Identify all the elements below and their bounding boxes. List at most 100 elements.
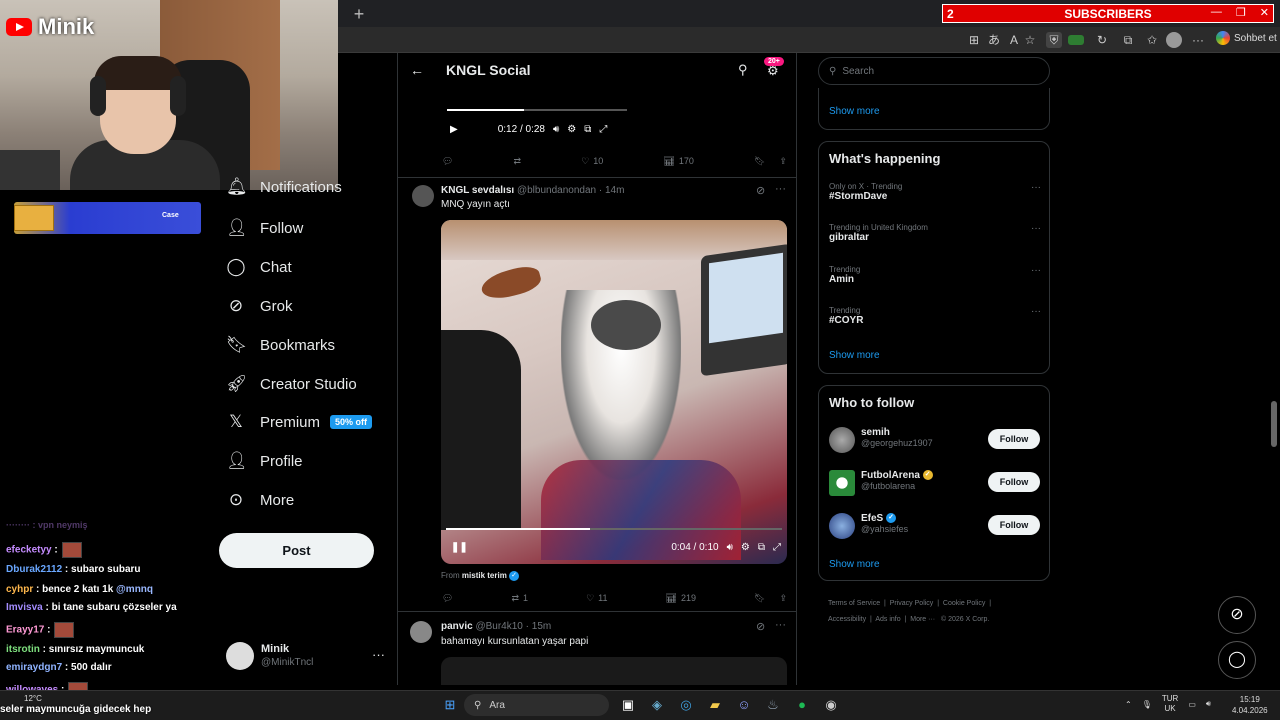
follow-button[interactable]: Follow [988, 472, 1040, 492]
video-settings-icon[interactable]: ⚙ [741, 542, 750, 553]
tweet-time[interactable]: · 15m [526, 621, 552, 632]
account-switcher[interactable]: Minik @MinikTncl ··· [226, 642, 386, 672]
from-account-link[interactable]: mistik terim [462, 571, 507, 580]
copilot-icon[interactable]: ◈ [647, 695, 667, 715]
volume-icon[interactable]: 🔊︎ [1206, 699, 1211, 709]
more-dots-icon[interactable]: ··· [1031, 223, 1041, 234]
restore-icon[interactable]: ❐ [1236, 6, 1246, 19]
back-arrow-icon[interactable]: ← [410, 62, 424, 78]
nav-chat[interactable]: ◯ Chat [226, 252, 291, 282]
show-more-link[interactable]: Show more [829, 559, 880, 570]
nav-grok[interactable]: ⊘ Grok [226, 291, 293, 321]
scrollbar-thumb[interactable] [1271, 401, 1277, 447]
minimize-icon[interactable]: — [1211, 6, 1222, 19]
microphone-icon[interactable]: 🎙︎ [1142, 700, 1152, 709]
suggested-user[interactable]: FutbolArena ✓ @futbolarena [861, 470, 933, 491]
scrollbar[interactable] [1270, 55, 1278, 685]
post-button[interactable]: Post [219, 533, 374, 568]
split-screen-icon[interactable]: ⧉ [1120, 32, 1136, 48]
language-indicator[interactable]: TUR UK [1162, 694, 1178, 714]
grok-icon[interactable]: ⊘ [756, 184, 765, 197]
footer-link[interactable]: Accessibility [828, 616, 866, 623]
tweet-video[interactable]: ❚❚ 0:04 / 0:10 🔊︎ ⚙ ⧉ ⤢ [441, 220, 787, 564]
avatar[interactable] [829, 470, 855, 496]
chevron-up-icon[interactable]: ⌃ [1125, 700, 1132, 709]
bookmark-icon[interactable]: 🔖︎ [754, 156, 765, 167]
fullscreen-icon[interactable]: ⤢ [599, 124, 607, 135]
trend-item[interactable]: Trending in United Kingdom gibraltar ··· [829, 223, 1041, 243]
more-dots-icon[interactable]: ··· [775, 619, 786, 631]
footer-link[interactable]: Privacy Policy [890, 600, 934, 607]
trend-item[interactable]: Only on X · Trending #StormDave ··· [829, 182, 1041, 202]
volume-icon[interactable]: 🔊︎ [553, 124, 559, 135]
show-more-link[interactable]: Show more [829, 350, 880, 361]
follow-button[interactable]: Follow [988, 429, 1040, 449]
obs-icon[interactable]: ◉ [821, 695, 841, 715]
retweet-button[interactable]: ⇄ 1 [511, 590, 528, 606]
like-button[interactable]: ♡ 10 [581, 153, 603, 169]
edge-browser-icon[interactable]: ◎ [676, 695, 696, 715]
reply-icon[interactable]: 💬︎ [442, 590, 453, 606]
retweet-icon[interactable]: ⇄ [514, 153, 522, 169]
close-icon[interactable]: ✕ [1260, 6, 1269, 19]
search-icon[interactable]: ⚲ [738, 62, 748, 78]
favorite-star-icon[interactable]: ☆ [1022, 32, 1038, 48]
taskbar-search[interactable]: ⚲ Ara [464, 694, 609, 716]
show-more-link[interactable]: Show more [829, 106, 880, 117]
more-dots-icon[interactable]: ··· [372, 647, 385, 662]
weather-widget[interactable]: 12°C [24, 694, 42, 703]
nav-profile[interactable]: 👤︎ Profile [226, 446, 303, 476]
volume-icon[interactable]: 🔊︎ [727, 542, 733, 553]
extension-icon[interactable]: ⛨ [1046, 32, 1062, 48]
pip-icon[interactable]: ⧉ [584, 124, 591, 135]
fullscreen-icon[interactable]: ⤢ [773, 542, 781, 553]
refresh-extension-icon[interactable]: ↻ [1094, 32, 1110, 48]
reader-icon[interactable]: あ [986, 32, 1002, 48]
translate-icon[interactable]: ⊞ [966, 32, 982, 48]
footer-link[interactable]: More ··· [910, 616, 935, 623]
steam-icon[interactable]: ♨ [763, 695, 783, 715]
tweet-video[interactable]: ▶ 0:12 / 0:28 🔊︎ ⚙ ⧉ ⤢ [442, 89, 632, 145]
clock[interactable]: 15:19 4.04.2026 [1232, 694, 1268, 716]
messages-fab-icon[interactable]: ◯ [1218, 641, 1256, 679]
views-button[interactable]: 📊︎ 219 [666, 590, 696, 606]
extension-green-icon[interactable] [1068, 35, 1084, 45]
pip-icon[interactable]: ⧉ [758, 542, 765, 553]
more-dots-icon[interactable]: ··· [775, 183, 786, 195]
spotify-icon[interactable]: ● [792, 695, 812, 715]
video-progress-track[interactable] [446, 528, 782, 530]
footer-link[interactable]: Terms of Service [828, 600, 880, 607]
more-dots-icon[interactable]: ··· [1031, 265, 1041, 276]
footer-link[interactable]: Cookie Policy [943, 600, 985, 607]
video-settings-icon[interactable]: ⚙ [567, 124, 576, 135]
new-tab-button[interactable]: + [346, 3, 372, 25]
more-dots-icon[interactable]: ··· [1031, 182, 1041, 193]
menu-dots-icon[interactable]: ··· [1190, 32, 1206, 48]
avatar[interactable] [829, 427, 855, 453]
search-input[interactable]: ⚲ Search [818, 57, 1050, 85]
nav-notifications[interactable]: 🔔︎ Notifications [226, 176, 342, 198]
grok-fab-icon[interactable]: ⊘ [1218, 596, 1256, 634]
tweet-media[interactable] [441, 657, 787, 685]
bookmark-icon[interactable]: 🔖︎ [754, 593, 765, 604]
nav-premium[interactable]: 𝕏 Premium 50% off [226, 407, 373, 437]
trend-item[interactable]: Trending #COYR ··· [829, 306, 1041, 326]
copilot-chat-button[interactable]: Sohbet et [1216, 31, 1277, 45]
nav-bookmarks[interactable]: 🔖︎ Bookmarks [226, 330, 335, 360]
more-dots-icon[interactable]: ··· [1031, 306, 1041, 317]
nav-follow[interactable]: 👤︎ Follow [226, 213, 303, 243]
nav-creator-studio[interactable]: 🚀︎ Creator Studio [226, 369, 357, 399]
tweet-author-name[interactable]: KNGL sevdalısı [441, 185, 514, 196]
tweet-author-name[interactable]: panvic [441, 621, 473, 632]
play-icon[interactable]: ▶ [450, 124, 458, 135]
avatar[interactable] [412, 185, 434, 207]
tweet-time[interactable]: · 14m [599, 185, 625, 196]
nav-more[interactable]: ⊙ More [226, 485, 294, 515]
avatar[interactable] [410, 621, 432, 643]
read-aloud-icon[interactable]: A [1006, 32, 1022, 48]
profile-avatar-icon[interactable] [1166, 32, 1182, 48]
follow-button[interactable]: Follow [988, 515, 1040, 535]
views-button[interactable]: 📊︎ 170 [663, 153, 693, 169]
reply-icon[interactable]: 💬︎ [442, 153, 453, 169]
grok-icon[interactable]: ⊘ [756, 620, 765, 633]
